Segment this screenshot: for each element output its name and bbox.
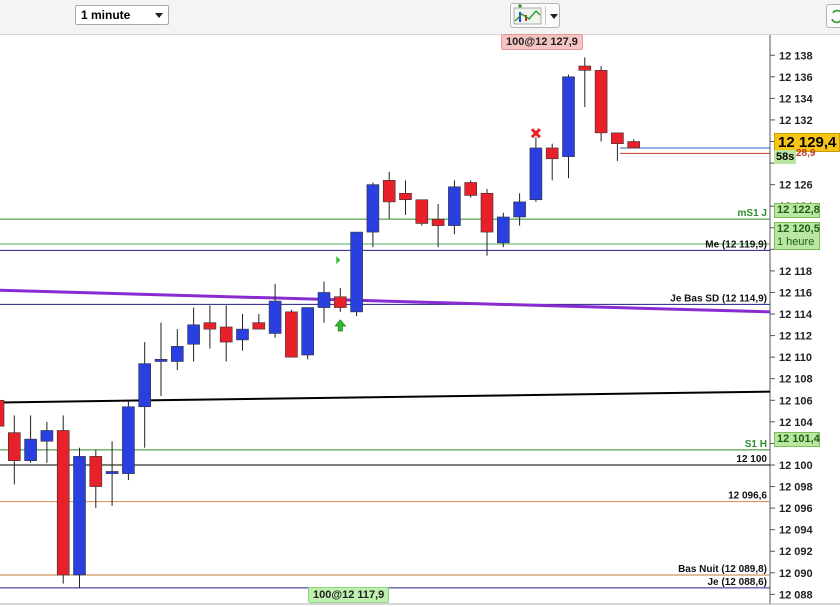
y-tick-label: 12 088	[779, 589, 813, 601]
bullish-candle	[317, 292, 331, 308]
bullish-candle	[24, 438, 37, 461]
bearish-candle	[594, 70, 608, 134]
y-tick-label: 12 108	[779, 374, 813, 386]
bullish-candle	[513, 201, 526, 218]
y-tick-label: 12 100	[779, 460, 813, 472]
bullish-candle	[529, 147, 543, 201]
y-tick-label: 12 116	[779, 287, 812, 299]
y-tick-label: 12 126	[779, 180, 813, 192]
trend-line	[0, 288, 771, 314]
chevron-down-icon	[155, 13, 163, 18]
bearish-candle	[89, 456, 103, 487]
y-tick-label: 12 118	[779, 266, 812, 278]
bearish-candle	[464, 182, 478, 196]
level-label: 12 100	[736, 454, 767, 465]
bearish-candle	[382, 180, 396, 203]
y-tick-label: 12 090	[779, 568, 813, 580]
y-tick-label: 12 136	[779, 72, 813, 84]
bullish-candle	[562, 76, 575, 157]
bullish-candle	[138, 363, 151, 408]
axis-tag-ms1j: 12 122,8	[774, 203, 820, 218]
level-label: 12 096,6	[728, 491, 767, 502]
level-label: Je (12 088,6)	[708, 577, 768, 588]
bearish-candle	[285, 311, 298, 358]
bullish-candle	[301, 307, 315, 356]
bearish-candle	[480, 192, 494, 233]
bearish-candle	[333, 296, 347, 308]
y-tick-label: 12 112	[779, 331, 812, 343]
axis-tag-1h-label: 1 heure	[777, 236, 815, 248]
cancel-order-icon	[530, 128, 541, 139]
refresh-button[interactable]	[826, 4, 840, 28]
level-label: Je Bas SD (12 114,9)	[670, 293, 767, 304]
bearish-candle	[56, 430, 70, 576]
refresh-icon	[831, 9, 840, 24]
bearish-candle	[399, 192, 412, 201]
bullish-candle	[73, 456, 86, 576]
bearish-candle	[203, 322, 217, 330]
bullish-candle	[187, 324, 200, 345]
candle-countdown: 58s	[774, 150, 796, 164]
bullish-candle	[268, 300, 282, 334]
bearish-candle	[611, 132, 624, 144]
bullish-candle	[171, 346, 184, 362]
y-tick-label: 12 134	[779, 93, 814, 105]
bullish-candle	[40, 430, 54, 442]
bearish-candle	[578, 65, 592, 71]
bullish-candle	[154, 359, 168, 362]
bearish-candle	[627, 141, 641, 149]
entry-marker-icon	[336, 256, 341, 265]
chart-tools-icon	[513, 4, 542, 25]
level-label: Bas Nuit (12 089,8)	[678, 564, 767, 575]
level-label: Me (12 119,9)	[705, 239, 767, 250]
bearish-candle	[415, 199, 429, 224]
drawing-tools-button[interactable]	[510, 3, 560, 28]
bearish-candle	[219, 326, 233, 343]
bullish-candle	[122, 406, 135, 474]
y-tick-label: 12 132	[779, 115, 813, 127]
bearish-candle	[252, 322, 266, 330]
level-label: mS1 J	[738, 208, 767, 219]
bearish-candle	[0, 399, 5, 427]
chevron-down-icon	[550, 14, 558, 19]
y-tick-label: 12 110	[779, 352, 812, 364]
order-tag-bottom[interactable]: 100@12 117,9	[308, 587, 390, 603]
y-tick-label: 12 092	[779, 546, 813, 558]
axis-tag-1h-value: 12 120,5	[777, 223, 820, 235]
timeframe-label: 1 minute	[81, 8, 131, 22]
bullish-candle	[496, 216, 510, 244]
axis-tag-1h: 12 120,5 1 heure	[774, 222, 820, 250]
price-chart[interactable]: 12 13812 13612 13412 13212 12612 12412 1…	[0, 0, 840, 607]
order-tag-top[interactable]: 100@12 127,9	[501, 34, 583, 50]
trend-line	[0, 390, 771, 404]
y-tick-label: 12 114	[779, 309, 813, 321]
axis-tag-s1h: 12 101,4	[774, 432, 820, 447]
bullish-candle	[350, 231, 363, 313]
y-tick-label: 12 138	[779, 50, 813, 62]
divider	[545, 6, 546, 25]
y-tick-label: 12 098	[779, 482, 813, 494]
y-tick-label: 12 106	[779, 395, 813, 407]
last-tick-value: 28,9	[796, 148, 816, 159]
bearish-candle	[431, 218, 445, 226]
level-label: S1 H	[745, 439, 767, 450]
buy-arrow-icon	[334, 319, 347, 332]
timeframe-select[interactable]: 1 minute	[75, 5, 169, 25]
y-tick-label: 12 096	[779, 503, 813, 515]
chart-toolbar: 1 minute	[0, 0, 840, 35]
bullish-candle	[105, 471, 119, 474]
y-tick-label: 12 094	[779, 525, 814, 537]
bearish-candle	[545, 147, 559, 160]
bullish-candle	[366, 184, 380, 233]
y-tick-label: 12 104	[779, 417, 814, 429]
bullish-candle	[448, 186, 461, 226]
bearish-candle	[8, 432, 21, 461]
bullish-candle	[236, 328, 249, 341]
